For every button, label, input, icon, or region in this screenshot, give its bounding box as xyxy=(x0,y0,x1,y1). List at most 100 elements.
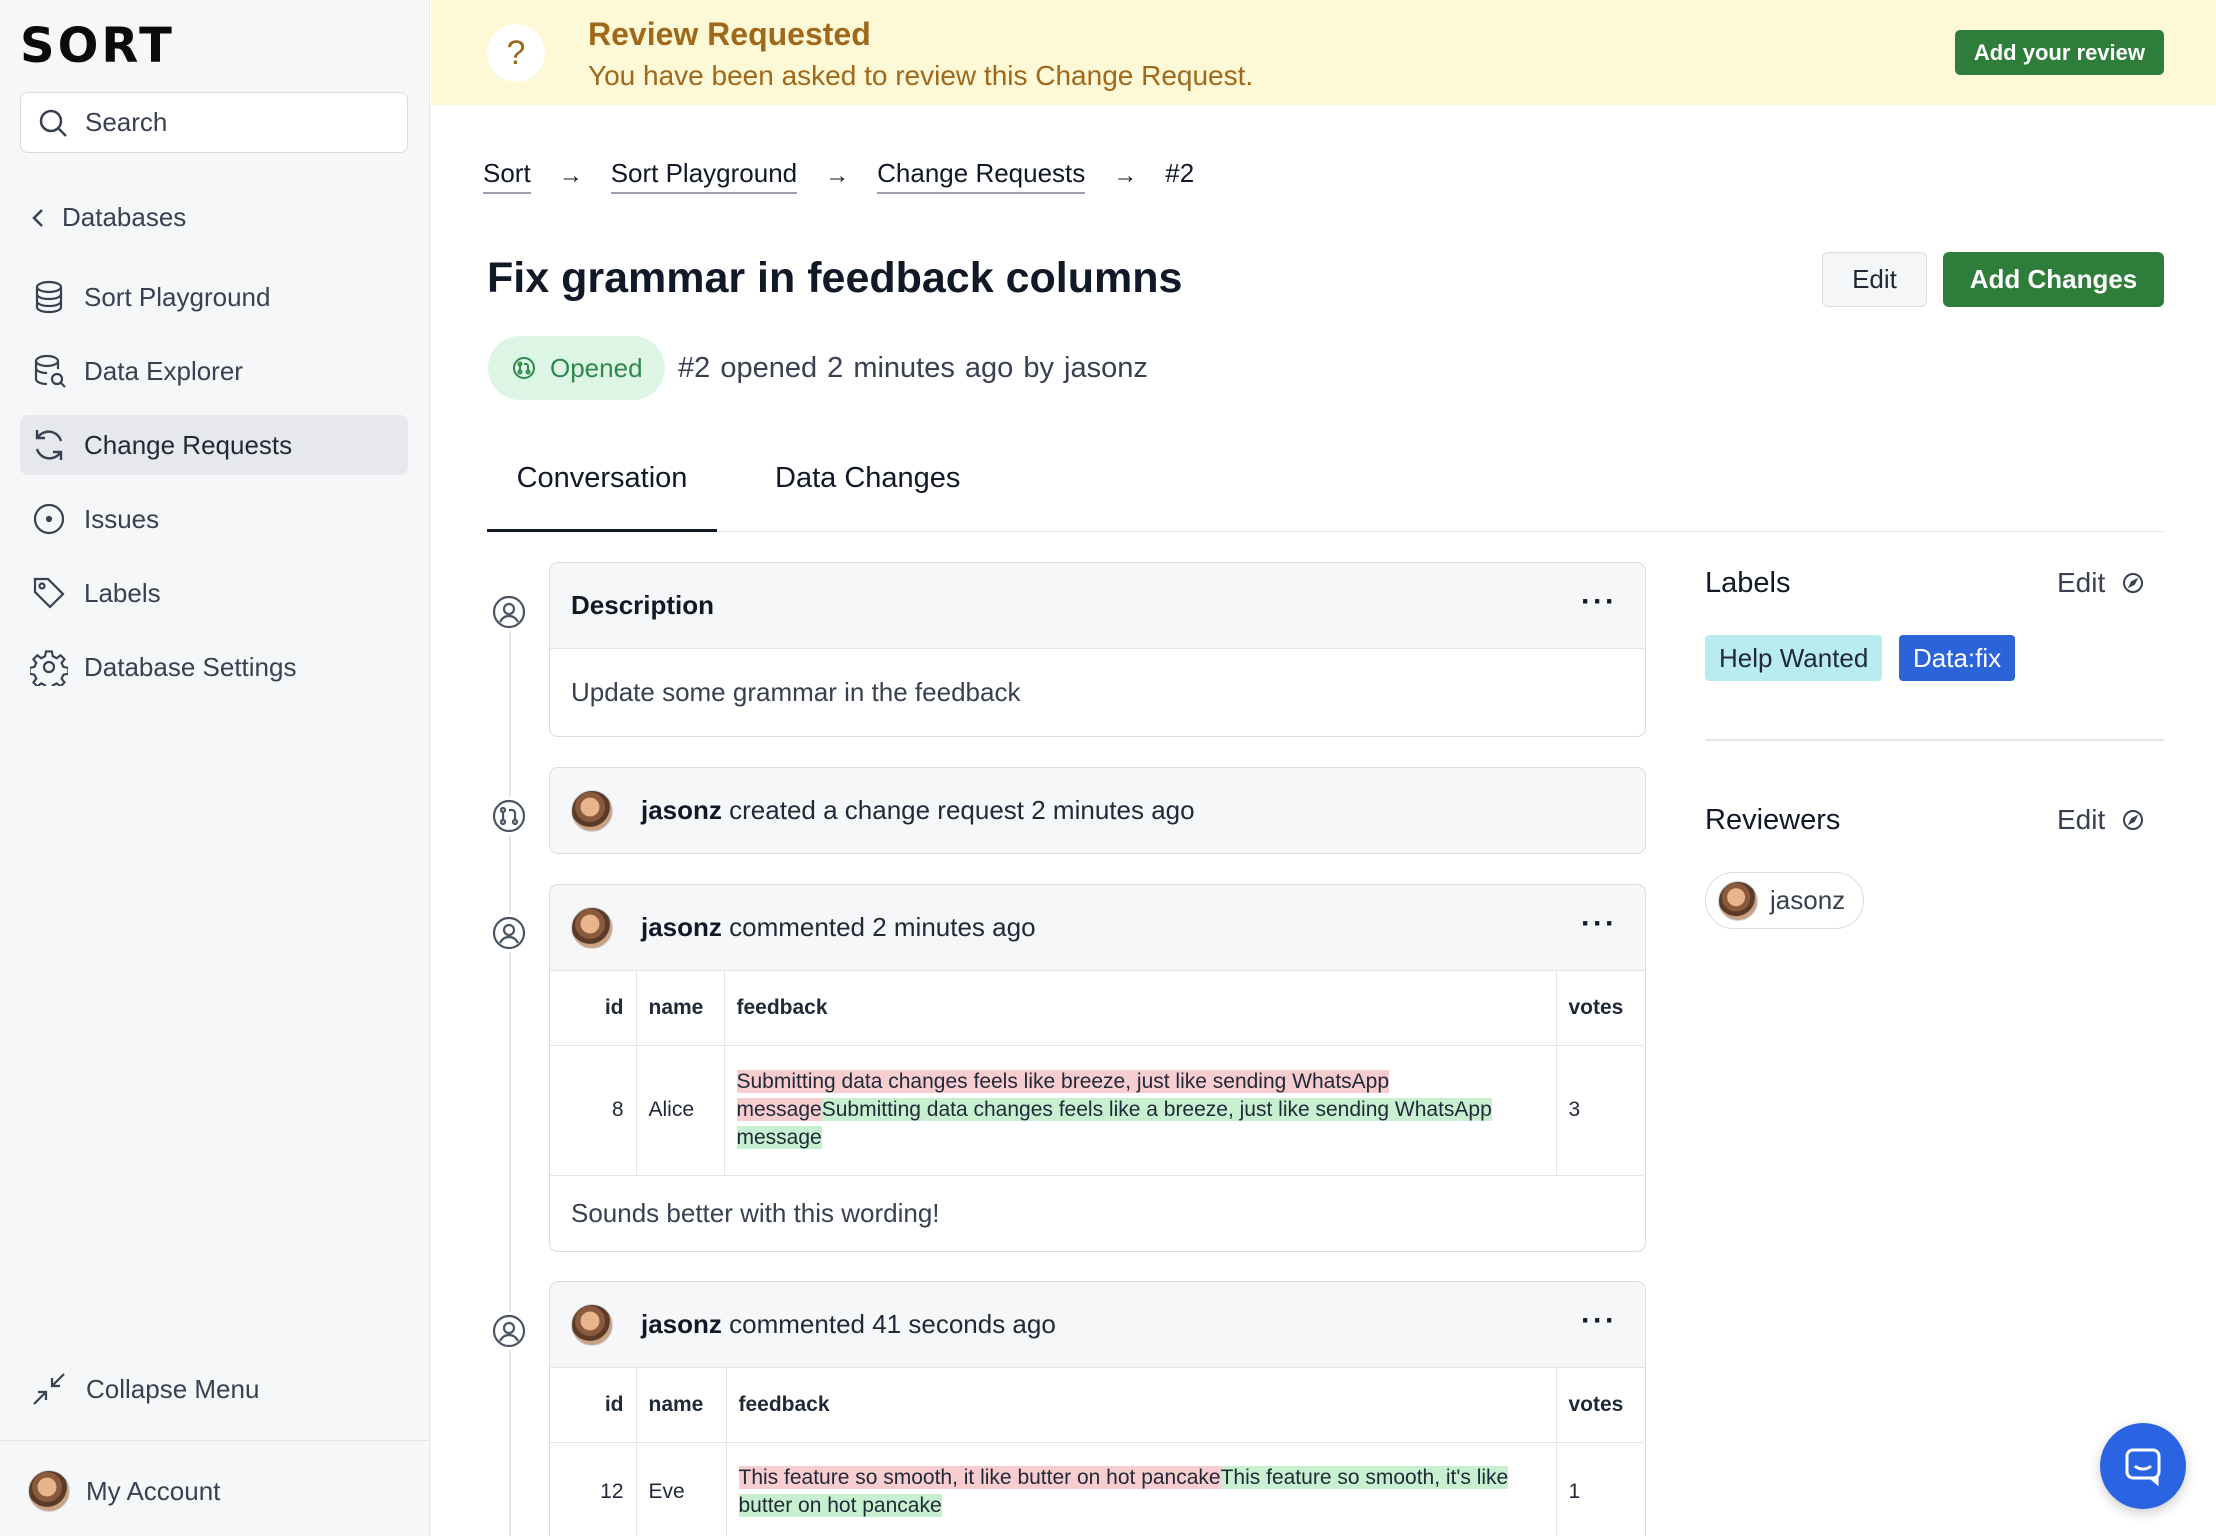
search-input[interactable]: Search xyxy=(20,92,408,153)
diff-added-text: Submitting data changes feels like a bre… xyxy=(736,1098,1492,1149)
banner-title: Review Requested xyxy=(588,16,871,52)
avatar xyxy=(571,789,613,832)
issue-circle-icon xyxy=(33,503,65,535)
breadcrumb: Sort → Sort Playground → Change Requests… xyxy=(483,158,1194,194)
event-user[interactable]: jasonz xyxy=(641,795,722,826)
diff-removed-text: This feature so smooth, it like butter o… xyxy=(738,1466,1221,1489)
search-icon xyxy=(39,109,67,137)
table-header-row: id name feedback votes xyxy=(550,1368,1643,1443)
diff-table: id name feedback votes 12 Eve This featu… xyxy=(550,1368,1643,1536)
cell-name: Eve xyxy=(635,1442,726,1536)
sidebar: SORT Search Databases Sort Playground Da… xyxy=(0,0,430,1536)
sidebar-item-change-requests[interactable]: Change Requests xyxy=(20,415,408,475)
more-options-icon[interactable]: ··· xyxy=(1581,585,1617,619)
tab-data-changes[interactable]: Data Changes xyxy=(775,456,960,532)
avatar xyxy=(1718,880,1758,921)
sidebar-item-label: Issues xyxy=(84,503,160,534)
collapse-icon xyxy=(33,1373,65,1405)
cell-name: Alice xyxy=(635,1045,724,1176)
column-header-votes: votes xyxy=(1555,971,1643,1046)
sidebar-item-sort-playground[interactable]: Sort Playground xyxy=(20,267,408,327)
reviewers-edit-button[interactable]: Edit xyxy=(2057,804,2145,836)
avatar xyxy=(28,1470,70,1512)
sidebar-item-label: Sort Playground xyxy=(84,281,271,312)
status-badge: Opened xyxy=(488,336,665,400)
card-header: Description ··· xyxy=(550,563,1645,649)
comment-body: Sounds better with this wording! xyxy=(571,1197,940,1228)
my-account-button[interactable]: My Account xyxy=(28,1470,220,1512)
tab-bar: Conversation Data Changes xyxy=(487,456,2164,532)
label-help-wanted[interactable]: Help Wanted xyxy=(1705,635,1883,681)
request-meta: #2 opened 2 minutes ago by jasonz xyxy=(678,352,1148,384)
cell-feedback-diff: This feature so smooth, it like butter o… xyxy=(725,1442,1556,1536)
label-data-fix[interactable]: Data:fix xyxy=(1899,635,2016,681)
event-row: jasonz created a change request 2 minute… xyxy=(550,768,1645,853)
labels-title: Labels xyxy=(1705,567,1791,599)
back-to-databases[interactable]: Databases xyxy=(28,202,186,233)
back-label: Databases xyxy=(62,202,187,232)
reviewer-name: jasonz xyxy=(1770,885,1846,915)
arrow-right-icon: → xyxy=(825,162,850,189)
sidebar-item-label: Data Explorer xyxy=(84,355,243,386)
card-header: jasonz commented 41 seconds ago ··· xyxy=(550,1282,1645,1368)
diff-table: id name feedback votes 8 Alice Submittin… xyxy=(550,971,1643,1176)
more-options-icon[interactable]: ··· xyxy=(1581,1304,1617,1338)
sidebar-item-label: Change Requests xyxy=(84,429,293,460)
add-review-button[interactable]: Add your review xyxy=(1954,30,2164,75)
sidebar-item-labels[interactable]: Labels xyxy=(20,563,408,623)
pull-request-icon xyxy=(513,357,535,379)
card-header: jasonz commented 2 minutes ago ··· xyxy=(550,885,1645,971)
compass-icon xyxy=(2123,573,2144,593)
tag-icon xyxy=(33,577,65,609)
collapse-menu-button[interactable]: Collapse Menu xyxy=(30,1370,259,1408)
sidebar-item-label: Database Settings xyxy=(84,651,297,682)
chevron-left-icon xyxy=(32,208,43,227)
column-header-votes: votes xyxy=(1555,1368,1643,1443)
reviewer-chip[interactable]: jasonz xyxy=(1705,872,1865,929)
reviewers-title: Reviewers xyxy=(1705,804,1841,836)
avatar xyxy=(571,1303,613,1346)
logo[interactable]: SORT xyxy=(20,22,175,70)
comment-card: jasonz commented 41 seconds ago ··· id n… xyxy=(549,1281,1646,1536)
column-header-id: id xyxy=(550,971,636,1046)
sidebar-item-database-settings[interactable]: Database Settings xyxy=(20,637,408,697)
page-title: Fix grammar in feedback columns xyxy=(487,254,1183,302)
comment-card: jasonz commented 2 minutes ago ··· id na… xyxy=(549,884,1646,1252)
more-options-icon[interactable]: ··· xyxy=(1581,907,1617,941)
timeline-line xyxy=(509,610,511,1536)
column-header-name: name xyxy=(635,971,724,1046)
question-icon: ? xyxy=(487,24,545,82)
labels-edit-button[interactable]: Edit xyxy=(2057,567,2145,599)
column-header-feedback: feedback xyxy=(723,971,1556,1046)
event-card: jasonz created a change request 2 minute… xyxy=(549,767,1646,854)
arrow-right-icon: → xyxy=(558,162,583,189)
user-circle-icon xyxy=(490,1312,528,1350)
divider xyxy=(1705,739,2164,741)
breadcrumb-change-requests[interactable]: Change Requests xyxy=(877,158,1086,194)
comment-user[interactable]: jasonz xyxy=(641,912,722,943)
edit-button[interactable]: Edit xyxy=(1822,252,1927,307)
gear-icon xyxy=(30,650,68,686)
reviewers-edit-label: Edit xyxy=(2057,804,2106,835)
table-row: 12 Eve This feature so smooth, it like b… xyxy=(550,1442,1643,1536)
cell-id: 12 xyxy=(550,1442,636,1536)
database-icon xyxy=(35,280,63,314)
comment-user[interactable]: jasonz xyxy=(641,1309,722,1340)
table-header-row: id name feedback votes xyxy=(550,971,1643,1046)
cell-feedback-diff: Submitting data changes feels like breez… xyxy=(723,1045,1556,1176)
sidebar-item-issues[interactable]: Issues xyxy=(20,489,408,549)
chat-support-button[interactable] xyxy=(2100,1423,2186,1509)
search-placeholder: Search xyxy=(85,107,168,137)
description-card: Description ··· Update some grammar in t… xyxy=(549,562,1646,737)
comment-meta: commented 2 minutes ago xyxy=(721,912,1036,942)
column-header-name: name xyxy=(635,1368,726,1443)
add-changes-button[interactable]: Add Changes xyxy=(1943,252,2164,307)
breadcrumb-sort-playground[interactable]: Sort Playground xyxy=(610,158,798,194)
breadcrumb-sort[interactable]: Sort xyxy=(483,158,531,194)
user-circle-icon xyxy=(490,914,528,952)
refresh-icon xyxy=(35,430,63,460)
review-requested-banner: ? Review Requested You have been asked t… xyxy=(431,0,2216,105)
sidebar-item-data-explorer[interactable]: Data Explorer xyxy=(20,341,408,401)
tab-conversation[interactable]: Conversation xyxy=(487,456,717,532)
arrow-right-icon: → xyxy=(1113,162,1138,189)
